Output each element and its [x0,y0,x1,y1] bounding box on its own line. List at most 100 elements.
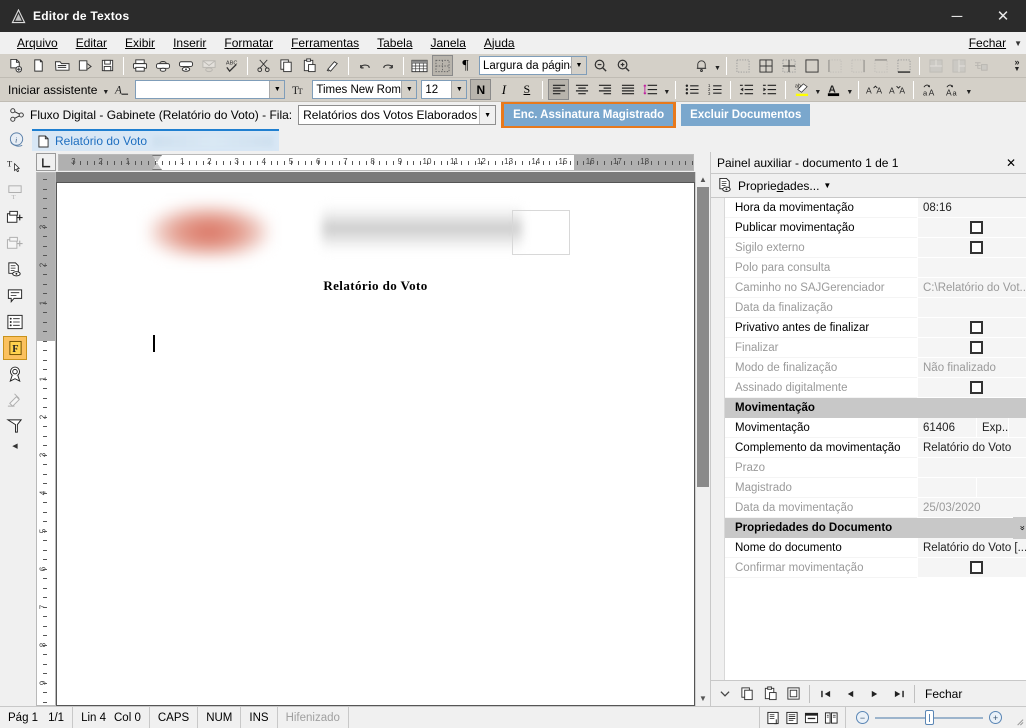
document-canvas[interactable]: Relatório do Voto [56,172,695,706]
border-inside-icon[interactable] [778,55,799,76]
spellcheck-icon[interactable]: ABC [221,55,242,76]
status-ins[interactable]: INS [241,707,278,728]
enc-assinatura-magistrado-button[interactable]: Enc. Assinatura Magistrado [501,101,677,129]
menu-ferramentas[interactable]: Ferramentas [282,34,368,52]
print-layout-view-icon[interactable] [766,711,780,725]
border-none-icon[interactable] [732,55,753,76]
zoom-thumb[interactable] [925,709,934,725]
property-split-value[interactable] [917,478,1026,498]
properties-row[interactable]: Caminho no SAJGerenciador C:\Relatório do… [725,278,1026,298]
web-layout-view-icon[interactable] [804,711,819,725]
print-preview-up-icon[interactable] [152,55,173,76]
print-icon[interactable] [129,55,150,76]
text-select-tool-icon[interactable]: T [3,154,27,178]
property-checkbox[interactable] [917,378,1026,398]
previous-record-icon[interactable] [838,683,862,705]
collapse-left-icon[interactable]: ◀ [12,442,17,450]
properties-row[interactable]: Magistrado [725,478,1026,498]
document-vertical-scrollbar[interactable]: ▲ ▼ [695,172,710,706]
highlight-color-icon[interactable]: ab [791,79,812,100]
align-justify-icon[interactable] [617,79,638,100]
open-model-icon[interactable] [74,55,95,76]
last-record-icon[interactable] [886,683,910,705]
property-value[interactable] [917,298,1026,318]
property-checkbox[interactable] [917,558,1026,578]
property-value[interactable]: 61406 [918,418,976,437]
scroll-up-button[interactable]: ▲ [696,172,710,187]
property-value[interactable] [917,258,1026,278]
decrease-font-size-icon[interactable]: AA [887,79,908,100]
save-icon[interactable] [97,55,118,76]
style-combo[interactable]: ▼ [135,80,286,99]
property-value[interactable]: Relatório do Voto [917,438,1026,458]
highlight-dropdown-icon[interactable]: ▼ [813,79,822,100]
section-collapse-icon[interactable]: » [1013,517,1026,539]
property-value-secondary[interactable]: Exp.. [976,418,1009,437]
close-button[interactable]: ✕ [980,0,1026,32]
font-color-icon[interactable]: A [823,79,844,100]
property-checkbox[interactable] [917,338,1026,358]
insert-table-icon[interactable] [409,55,430,76]
property-value[interactable]: Relatório do Voto [... [917,538,1026,558]
insert-field-icon[interactable] [3,206,27,230]
paste-icon[interactable] [299,55,320,76]
status-num[interactable]: NUM [198,707,242,728]
border-outside-icon[interactable] [801,55,822,76]
line-spacing-icon[interactable] [640,79,661,100]
align-right-icon[interactable] [594,79,615,100]
properties-button[interactable]: Propriedades... [738,179,819,193]
zoom-track[interactable] [875,709,983,725]
decrease-indent-icon[interactable] [736,79,757,100]
blank-page-icon[interactable] [28,55,49,76]
property-checkbox[interactable] [917,318,1026,338]
properties-row[interactable]: Privativo antes de finalizar [725,318,1026,338]
chevron-down-icon[interactable]: ▼ [571,57,586,74]
open-folder-icon[interactable] [51,55,72,76]
status-caps[interactable]: CAPS [150,707,199,728]
undo-icon[interactable] [354,55,375,76]
checkbox-box[interactable] [969,381,983,394]
change-case-upper-icon[interactable]: aA [919,79,940,100]
bell-dropdown-icon[interactable]: ▼ [713,55,722,76]
chevron-down-icon[interactable]: ▼ [401,81,417,98]
properties-row[interactable]: Modo de finalização Não finalizado [725,358,1026,378]
bell-icon[interactable] [691,55,712,76]
next-record-icon[interactable] [862,683,886,705]
wizard-dropdown-icon[interactable]: ▼ [101,79,110,100]
numbered-list-icon[interactable]: 123 [704,79,725,100]
menu-arquivo[interactable]: Arquivo [8,34,67,52]
property-split-value[interactable]: 61406 Exp.. [917,418,1026,438]
increase-font-size-icon[interactable]: AA [864,79,885,100]
flag-f-icon[interactable]: F [3,336,27,360]
property-value[interactable]: 25/03/2020 [917,498,1026,518]
border-all-icon[interactable] [755,55,776,76]
start-wizard-button[interactable]: Iniciar assistente [4,83,101,97]
document-tab[interactable]: Relatório do Voto [32,129,280,151]
info-icon[interactable]: i [6,129,28,151]
cut-scissors-icon[interactable] [253,55,274,76]
line-spacing-dropdown-icon[interactable]: ▼ [662,79,671,100]
scroll-thumb[interactable] [697,187,709,487]
chevron-down-icon[interactable]: ▼ [269,81,285,98]
properties-row[interactable]: Nome do documento Relatório do Voto [... [725,538,1026,558]
border-bottom-icon[interactable] [893,55,914,76]
seal-stamp-icon[interactable] [3,362,27,386]
zoom-in-button[interactable]: + [989,711,1002,724]
checkbox-box[interactable] [969,321,983,334]
print-preview-down-icon[interactable] [175,55,196,76]
properties-doc-icon[interactable] [3,258,27,282]
chevron-down-icon[interactable] [713,683,736,705]
outline-view-icon[interactable] [824,711,839,725]
font-size-combo[interactable]: 12 ▼ [421,80,468,99]
menu-exibir[interactable]: Exibir [116,34,164,52]
scroll-track[interactable] [696,187,710,691]
properties-row[interactable]: Prazo [725,458,1026,478]
tab-stop-left-icon[interactable] [36,153,56,171]
zoom-slider-control[interactable]: − + [846,707,1012,728]
properties-row[interactable]: Data da finalização [725,298,1026,318]
menu-janela[interactable]: Janela [422,34,475,52]
properties-row[interactable]: Movimentação 61406 Exp.. [725,418,1026,438]
properties-row[interactable]: Assinado digitalmente [725,378,1026,398]
italic-button[interactable]: I [493,79,514,100]
align-center-icon[interactable] [571,79,592,100]
